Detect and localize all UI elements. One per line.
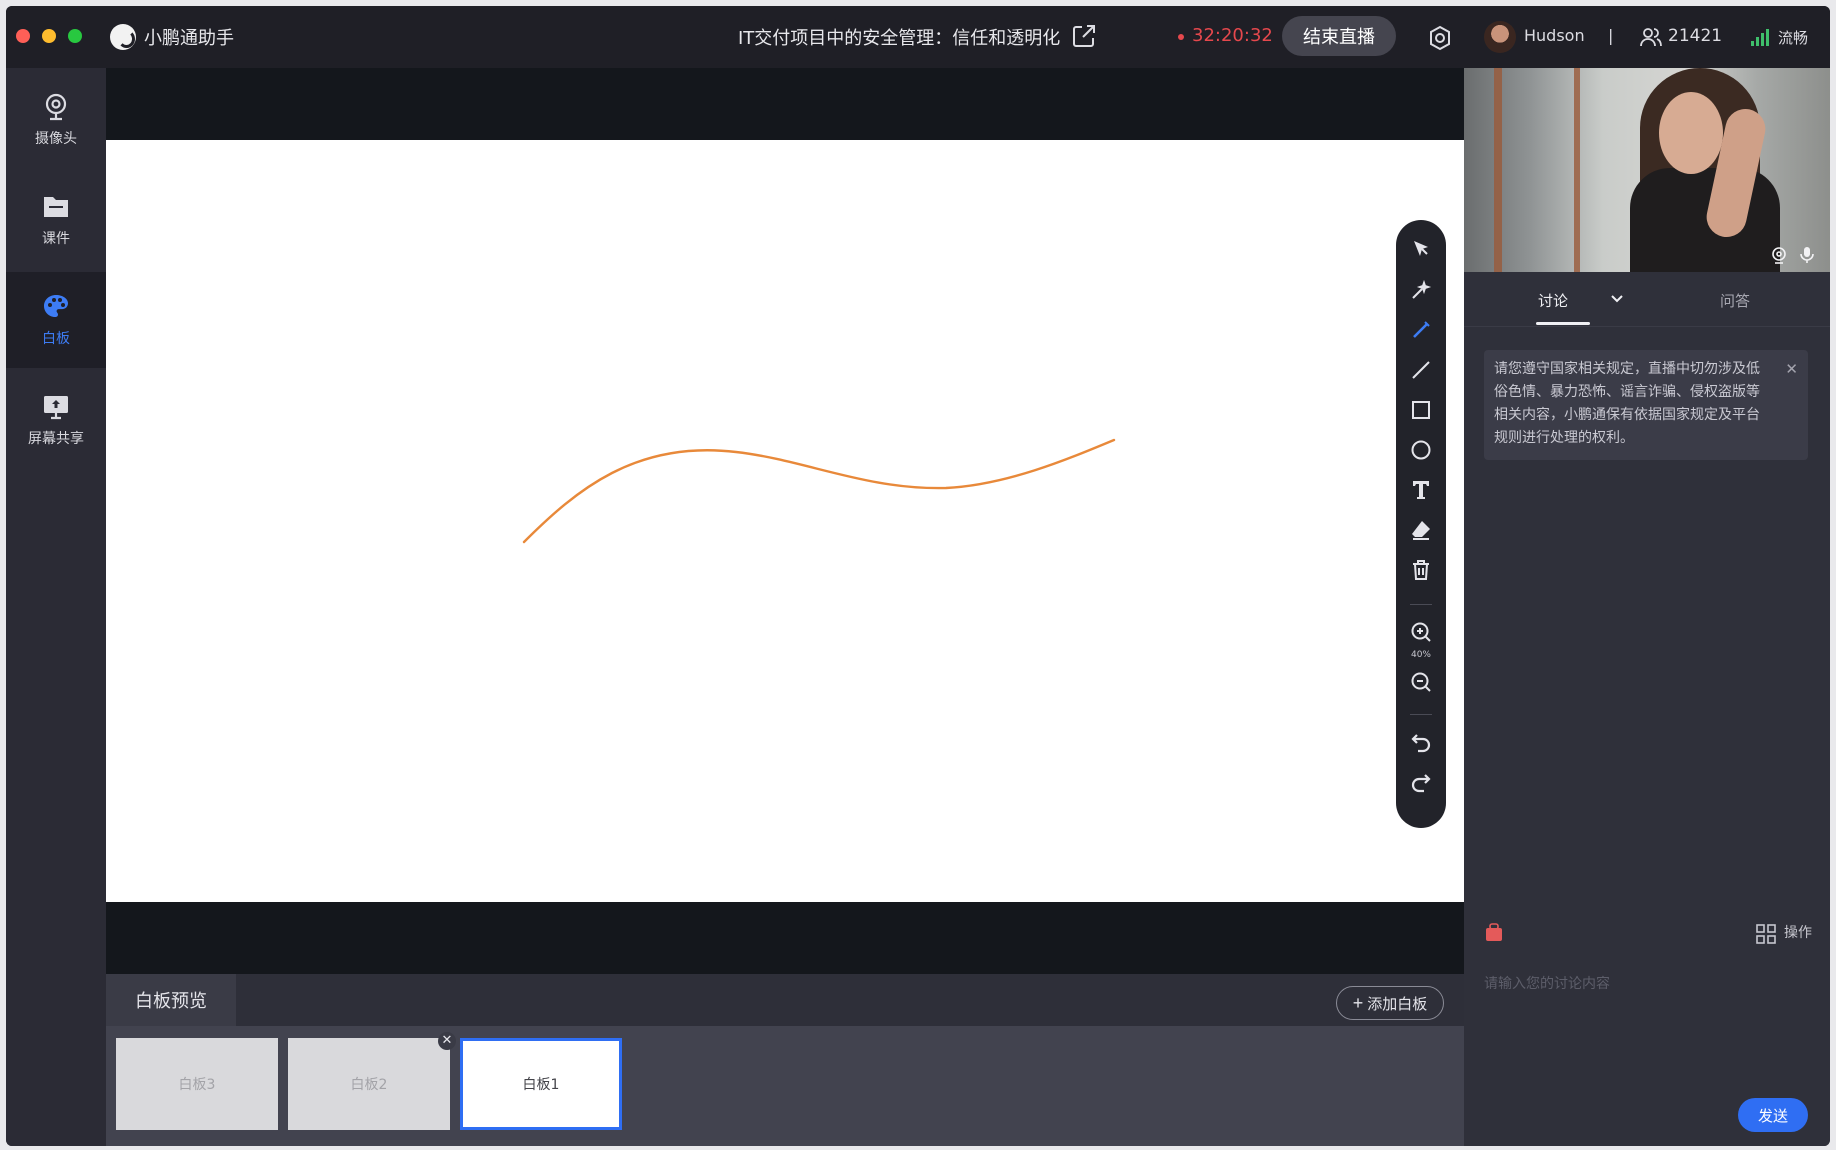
zoom-level: 40% [1410,650,1431,660]
thumb-label: 白板2 [350,1077,388,1093]
teacher-video [1464,68,1830,272]
palette-icon [44,295,68,317]
sidebar-item-screen-share[interactable]: 屏幕共享 [6,372,106,468]
camera-icon[interactable] [1770,246,1788,264]
viewer-count: 21421 [1668,26,1723,46]
circle-icon[interactable] [1409,438,1433,462]
whiteboard-thumb[interactable]: 白板2 ✕ [288,1032,456,1130]
live-timer: 32:20:32 [1192,25,1273,46]
video-person [1659,92,1723,174]
folder-icon [44,197,68,217]
pen-stroke [522,438,1116,544]
rectangle-icon[interactable] [1409,398,1433,422]
laser-pointer-icon[interactable] [1409,278,1433,302]
close-icon[interactable]: ✕ [1785,358,1798,381]
sidebar-item-camera[interactable]: 摄像头 [6,72,106,168]
chevron-down-icon[interactable] [1610,294,1624,304]
sidebar-item-label: 屏幕共享 [28,431,84,447]
whiteboard-thumb-active[interactable]: 白板1 [460,1038,622,1130]
tab-qa[interactable]: 问答 [1720,290,1750,311]
notice-text: 请您遵守国家相关规定，直播中切勿涉及低俗色情、暴力恐怖、谣言诈骗、侵权盗版等相关… [1494,361,1760,446]
minimize-window-button[interactable] [42,29,56,43]
text-icon[interactable] [1409,478,1433,502]
sidebar-item-label: 课件 [42,231,70,247]
username: Hudson [1524,26,1585,45]
whiteboard-thumbnails: 白板3 白板2 ✕ 白板1 [106,1026,1464,1146]
microphone-icon[interactable] [1800,246,1814,264]
zoom-in-icon[interactable] [1409,620,1433,644]
discussion-input[interactable] [1482,968,1816,1000]
maximize-window-button[interactable] [68,29,82,43]
active-tab-indicator [1536,322,1590,325]
toolbar-divider [1410,604,1432,605]
compose-toolbar: 操作 [1464,908,1830,956]
video-background [1574,68,1580,272]
select-cursor-icon[interactable] [1409,238,1433,262]
right-panel: 讨论 问答 请您遵守国家相关规定，直播中切勿涉及低俗色情、暴力恐怖、谣言诈骗、侵… [1464,68,1830,1146]
whiteboard-preview-bar: 白板预览 + 添加白板 [106,974,1464,1026]
webcam-icon [45,93,67,121]
close-icon[interactable]: ✕ [438,1032,456,1050]
left-sidebar: 摄像头 课件 白板 屏幕共享 [6,68,106,1146]
pen-icon[interactable] [1409,318,1433,342]
chat-tabs: 讨论 问答 [1464,272,1830,327]
avatar[interactable] [1484,21,1516,53]
app-window: 小鹏通助手 IT交付项目中的安全管理：信任和透明化 32:20:32 结束直播 … [6,6,1830,1146]
tab-whiteboard-preview[interactable]: 白板预览 [106,974,236,1026]
app-name: 小鹏通助手 [144,28,234,49]
end-live-button[interactable]: 结束直播 [1282,16,1396,56]
video-person [1630,168,1780,272]
trash-icon[interactable] [1409,558,1433,582]
settings-icon[interactable] [1426,24,1454,52]
divider: | [1608,26,1614,45]
recording-dot [1178,34,1184,40]
screen-share-icon [44,396,68,420]
title-bar: 小鹏通助手 IT交付项目中的安全管理：信任和透明化 32:20:32 结束直播 … [6,6,1830,68]
zoom-out-icon[interactable] [1409,670,1433,694]
sidebar-item-courseware[interactable]: 课件 [6,172,106,268]
share-icon[interactable] [1070,22,1098,50]
add-whiteboard-button[interactable]: + 添加白板 [1336,986,1444,1020]
undo-icon[interactable] [1409,730,1433,754]
video-background [1494,68,1502,272]
network-status: 流畅 [1778,29,1809,47]
users-icon [1640,28,1662,47]
toolbar-divider [1410,714,1432,715]
room-title: IT交付项目中的安全管理：信任和透明化 [738,28,1061,49]
signal-icon [1751,29,1769,46]
whiteboard-thumb[interactable]: 白板3 [116,1038,278,1130]
sidebar-item-label: 白板 [42,331,70,347]
whiteboard-stage: 40% [106,68,1464,974]
thumb-label: 白板3 [178,1077,216,1093]
sidebar-item-whiteboard[interactable]: 白板 [6,272,106,368]
send-button[interactable]: 发送 [1738,1098,1808,1132]
grid-icon[interactable] [1756,924,1776,944]
gift-icon[interactable] [1484,922,1504,942]
whiteboard-canvas[interactable]: 40% [106,140,1464,902]
drawing-toolbar: 40% [1396,220,1446,828]
plus-icon: + [1352,992,1364,1013]
drawing-layer [522,438,1116,544]
compliance-notice: 请您遵守国家相关规定，直播中切勿涉及低俗色情、暴力恐怖、谣言诈骗、侵权盗版等相关… [1484,350,1808,460]
eraser-icon[interactable] [1409,518,1433,542]
add-whiteboard-label: 添加白板 [1367,995,1428,1013]
app-logo-icon [110,24,136,50]
operations-button[interactable]: 操作 [1784,922,1812,942]
tab-discussion[interactable]: 讨论 [1538,290,1568,311]
close-window-button[interactable] [16,29,30,43]
thumb-label: 白板1 [522,1077,560,1093]
sidebar-item-label: 摄像头 [35,131,77,147]
redo-icon[interactable] [1409,770,1433,794]
line-icon[interactable] [1409,358,1433,382]
